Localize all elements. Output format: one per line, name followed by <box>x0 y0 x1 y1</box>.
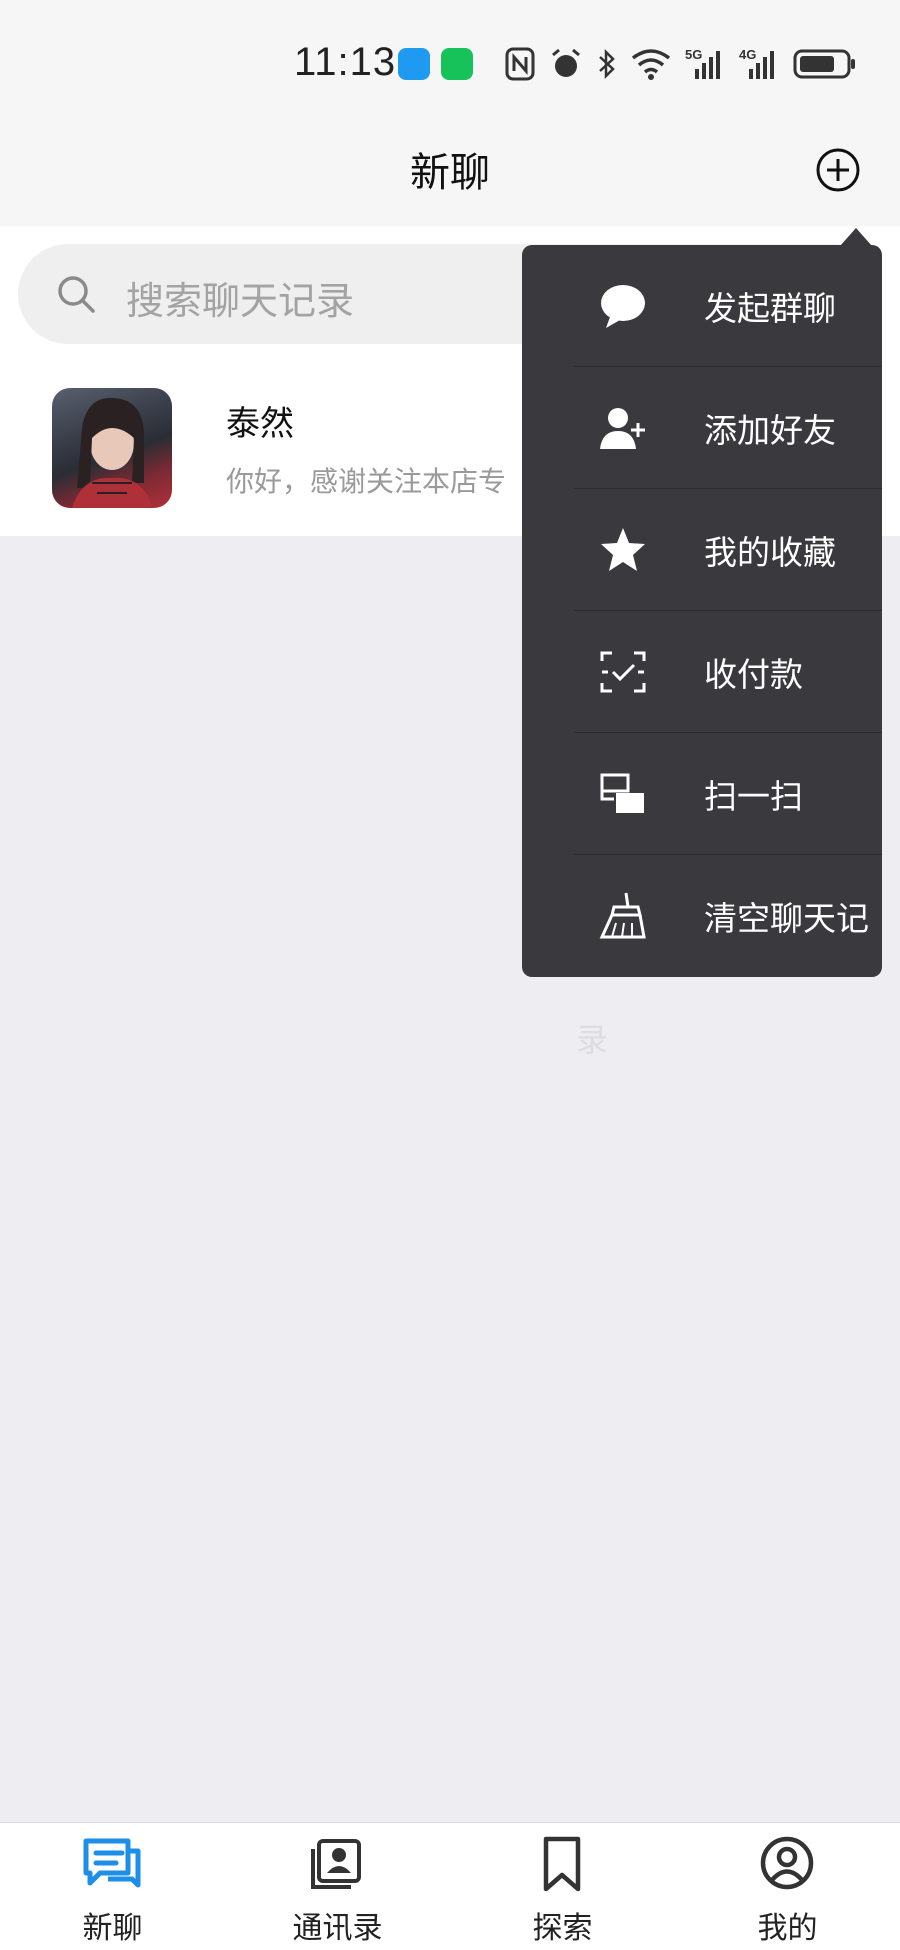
payment-scan-icon <box>600 651 646 693</box>
menu-item-payment[interactable]: 收付款 <box>522 611 882 733</box>
tab-label: 通讯录 <box>292 1911 383 1946</box>
star-icon <box>601 528 645 571</box>
popup-menu: 发起群聊 添加好友 我的收藏 收付款 扫一扫 清空聊天记 <box>522 245 882 977</box>
menu-item-favorites[interactable]: 我的收藏 <box>522 489 882 611</box>
bluetooth-icon <box>599 48 615 80</box>
menu-item-add-friend[interactable]: 添加好友 <box>522 367 882 489</box>
chat-tab-icon <box>83 1838 141 1888</box>
tab-new-chat[interactable]: 新聊 <box>0 1823 225 1950</box>
add-friend-icon <box>600 408 645 449</box>
chat-bubble-icon <box>601 285 645 328</box>
chat-preview: 你好，感谢关注本店专 <box>226 465 507 498</box>
faint-text: 录 <box>576 1021 609 1059</box>
tab-label: 新聊 <box>82 1911 143 1946</box>
tab-explore[interactable]: 探索 <box>450 1823 675 1950</box>
menu-item-label: 发起群聊 <box>704 289 836 328</box>
menu-item-label: 收付款 <box>704 655 803 694</box>
menu-item-clear-history[interactable]: 清空聊天记 <box>522 855 882 977</box>
tab-me[interactable]: 我的 <box>675 1823 900 1950</box>
message-app-icon <box>398 48 430 80</box>
tab-label: 我的 <box>757 1911 818 1946</box>
plus-circle-icon <box>816 148 860 192</box>
wifi-icon <box>631 49 671 80</box>
battery-icon <box>793 49 855 79</box>
menu-item-label: 我的收藏 <box>704 533 836 572</box>
page-title: 新聊 <box>410 150 490 196</box>
nfc-icon <box>505 47 535 81</box>
signal-5g-icon: 5G <box>685 47 725 81</box>
menu-item-group-chat[interactable]: 发起群聊 <box>522 245 882 367</box>
profile-icon <box>760 1836 814 1890</box>
broom-icon <box>599 892 646 939</box>
status-bar: 11:13 5G 4G <box>0 0 900 110</box>
search-icon <box>58 276 95 313</box>
tab-bar: 新聊 通讯录 探索 我的 <box>0 1822 900 1950</box>
menu-item-label: 清空聊天记 <box>704 899 869 938</box>
add-menu-button[interactable] <box>816 148 860 192</box>
status-time: 11:13 <box>294 40 397 84</box>
bookmark-icon <box>543 1836 581 1892</box>
menu-arrow <box>840 228 872 246</box>
tab-label: 探索 <box>532 1911 593 1946</box>
wechat-app-icon <box>441 48 473 80</box>
avatar <box>52 388 172 508</box>
menu-item-label: 添加好友 <box>704 411 836 450</box>
status-icons: 5G 4G <box>505 44 857 84</box>
signal-4g-icon: 4G <box>739 47 779 81</box>
scan-icon <box>600 773 644 813</box>
search-placeholder: 搜索聊天记录 <box>126 279 355 323</box>
menu-item-scan[interactable]: 扫一扫 <box>522 733 882 855</box>
contacts-icon <box>311 1839 361 1889</box>
menu-item-label: 扫一扫 <box>704 777 803 816</box>
tab-contacts[interactable]: 通讯录 <box>225 1823 450 1950</box>
header: 新聊 <box>0 110 900 226</box>
chat-name: 泰然 <box>226 404 294 444</box>
alarm-icon <box>552 48 580 77</box>
